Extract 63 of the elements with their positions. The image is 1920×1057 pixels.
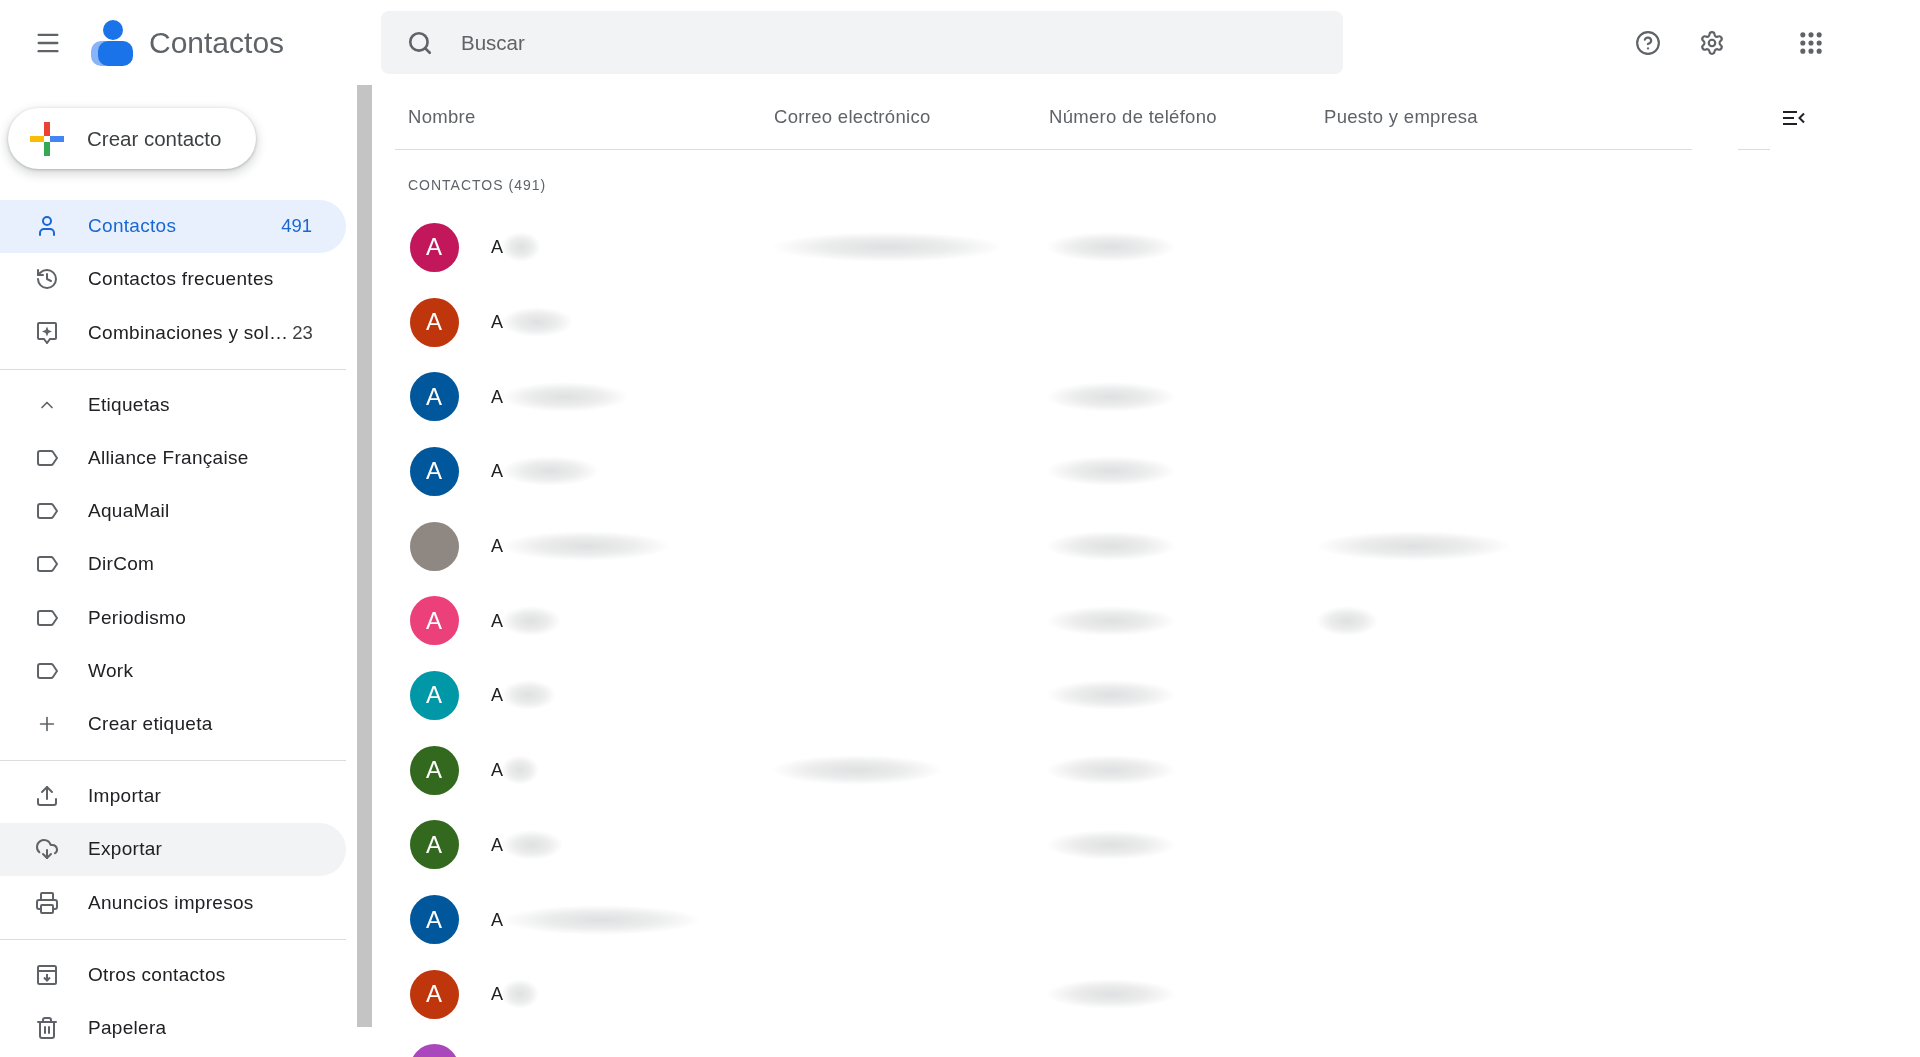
column-header: Puesto y empresa: [1324, 106, 1478, 128]
list-chevron-icon: [1783, 110, 1805, 125]
contact-name: A: [491, 833, 503, 856]
app-title: Contactos: [149, 24, 285, 61]
person-logo-icon: [91, 19, 133, 66]
avatar: A: [409, 745, 459, 795]
column-header: Número de teléfono: [1049, 106, 1217, 128]
contact-name: A: [491, 609, 503, 632]
tag-icon: [36, 556, 58, 573]
upload-icon: [35, 784, 59, 809]
sidebar-item[interactable]: Combinaciones y sol… 23: [0, 306, 346, 360]
create-label-button[interactable]: Crear etiqueta: [0, 697, 346, 751]
column-header: Nombre: [408, 106, 476, 128]
contact-name: A: [491, 908, 503, 931]
sidebar-item[interactable]: DirCom: [0, 537, 346, 592]
help-icon: [1635, 29, 1661, 56]
item-count: 23: [291, 321, 313, 344]
contact-name: A: [491, 236, 503, 259]
scrollbar[interactable]: [357, 85, 372, 1027]
contact-name: A: [491, 684, 503, 707]
contact-name: A: [491, 983, 503, 1006]
contact-name: A: [491, 460, 503, 483]
printer-icon: [35, 890, 59, 915]
avatar: A: [409, 969, 459, 1019]
sidebar-item[interactable]: Anuncios impresos: [0, 876, 346, 930]
tag-icon: [36, 663, 58, 679]
sidebar-item[interactable]: Work: [0, 644, 346, 698]
contact-name: A: [491, 759, 503, 782]
avatar: A: [409, 297, 459, 347]
sidebar-item[interactable]: Papelera: [0, 1001, 346, 1055]
settings-icon: [1699, 29, 1725, 56]
clock-arrow-icon: [35, 267, 59, 292]
section-title: CONTACTOS (491): [408, 176, 547, 194]
sidebar-item[interactable]: Exportar: [0, 822, 346, 877]
avatar: A: [409, 222, 459, 272]
search-field[interactable]: Buscar: [381, 11, 1343, 74]
column-header: Correo electrónico: [774, 106, 931, 128]
sidebar-item[interactable]: Contactos frecuentes: [0, 252, 346, 307]
sidebar-item[interactable]: Importar: [0, 769, 346, 823]
search-icon: [407, 29, 433, 56]
contact-name: A: [491, 535, 503, 558]
item-count: 491: [280, 215, 312, 238]
tag-icon: [36, 609, 58, 626]
tag-icon: [36, 503, 58, 520]
avatar: A: [409, 446, 459, 496]
sidebar-item[interactable]: Alliance Française: [0, 431, 346, 485]
avatar: A: [409, 820, 459, 870]
sidebar-section-header[interactable]: Etiquetas: [0, 377, 346, 432]
sidebar-item[interactable]: Periodismo: [0, 591, 346, 645]
sidebar-item[interactable]: AquaMail: [0, 484, 346, 538]
sidebar-item[interactable]: Contactos 491: [0, 199, 346, 253]
avatar: A: [409, 670, 459, 720]
create-contact-button[interactable]: Crear contacto: [8, 108, 256, 169]
avatar: A: [409, 372, 459, 422]
avatar: A: [409, 895, 459, 945]
contact-name: A: [491, 385, 503, 408]
plus-icon: [30, 121, 64, 156]
contact-name: A: [491, 311, 503, 334]
trash-icon: [35, 1015, 59, 1040]
avatar: A: [409, 596, 459, 646]
sidebar-item[interactable]: Otros contactos: [0, 947, 346, 1002]
cloud-download-icon: [35, 837, 59, 862]
tag-icon: [36, 449, 58, 466]
